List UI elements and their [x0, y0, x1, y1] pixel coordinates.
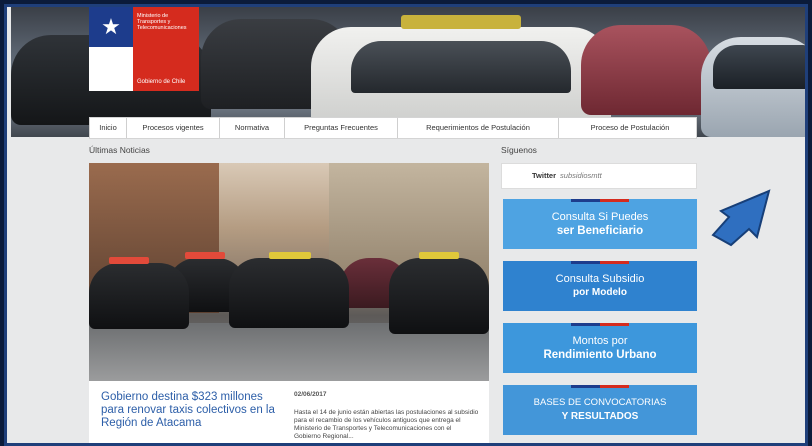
nav-item-requerimientos[interactable]: Requerimientos de Postulación — [398, 118, 559, 138]
government-label: Gobierno de Chile — [137, 79, 186, 85]
cta-subsidy-by-model-button[interactable]: Consulta Subsidio por Modelo — [503, 261, 697, 311]
cta-line1: Consulta Si Puedes — [551, 211, 649, 223]
cta-line1: BASES DE CONVOCATORIAS — [533, 397, 667, 408]
news-card: Gobierno destina $323 millones para reno… — [89, 381, 489, 443]
nav-item-procesos-vigentes[interactable]: Procesos vigentes — [127, 118, 220, 138]
cta-urban-performance-button[interactable]: Montos por Rendimiento Urbano — [503, 323, 697, 373]
twitter-label: Twitter — [532, 171, 557, 180]
nav-item-inicio[interactable]: Inicio — [90, 118, 127, 138]
main-nav: Inicio Procesos vigentes Normativa Pregu… — [89, 117, 697, 139]
nav-item-normativa[interactable]: Normativa — [220, 118, 285, 138]
banner-car — [701, 37, 805, 137]
browser-viewport: ★ Ministerio de Transportes y Telecomuni… — [4, 4, 808, 446]
ministry-name: Ministerio de Transportes y Telecomunica… — [137, 13, 187, 31]
banner-car — [581, 25, 711, 115]
government-logo[interactable]: ★ Ministerio de Transportes y Telecomuni… — [89, 7, 199, 91]
news-date: 02/06/2017 — [294, 391, 327, 398]
cta-line2: por Modelo — [573, 287, 627, 298]
news-section-label: Últimas Noticias — [89, 145, 150, 155]
nav-item-proceso-postulacion[interactable]: Proceso de Postulación — [559, 118, 701, 138]
nav-item-preguntas-frecuentes[interactable]: Preguntas Frecuentes — [285, 118, 398, 138]
cta-check-eligibility-button[interactable]: Consulta Si Puedes ser Beneficiario — [503, 199, 697, 249]
cta-line2: Y RESULTADOS — [561, 411, 639, 422]
twitter-widget[interactable]: Twitter subsidiosmtt — [501, 163, 697, 189]
news-image[interactable] — [89, 163, 489, 381]
follow-section-label: Síguenos — [501, 145, 537, 155]
twitter-handle[interactable]: subsidiosmtt — [560, 171, 602, 180]
news-excerpt: Hasta el 14 de junio están abiertas las … — [294, 409, 479, 440]
coat-of-arms-icon: ★ — [101, 14, 121, 39]
cta-line1: Consulta Subsidio — [555, 273, 645, 285]
cta-line1: Montos por — [572, 335, 628, 347]
arrow-icon — [711, 189, 771, 247]
cta-line2: Rendimiento Urbano — [543, 349, 657, 361]
cta-calls-results-button[interactable]: BASES DE CONVOCATORIAS Y RESULTADOS — [503, 385, 697, 435]
cta-line2: ser Beneficiario — [556, 225, 644, 237]
news-title-link[interactable]: Gobierno destina $323 millones para reno… — [101, 391, 281, 430]
